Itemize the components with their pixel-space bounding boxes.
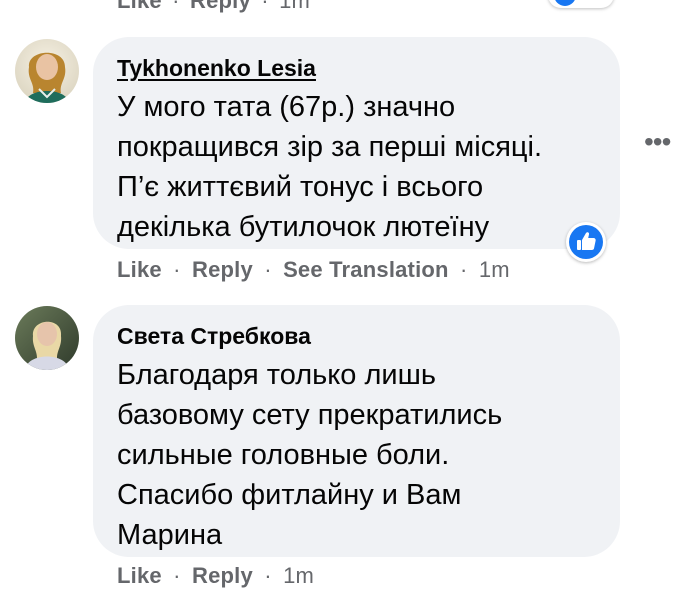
comment-text-line: покращився зір за перші місяці. [117, 131, 543, 163]
comment-text-line: Благодаря только лишь [117, 359, 436, 391]
comment-bubble: Света Стребкова Благодаря только лишь ба… [93, 305, 620, 557]
like-thumb-icon [569, 225, 603, 259]
reply-link[interactable]: Reply [192, 257, 253, 282]
like-link[interactable]: Like [117, 0, 162, 13]
previous-comment-reaction-badge[interactable] [548, 0, 614, 8]
separator: · [173, 563, 181, 588]
more-options-icon[interactable]: ••• [644, 128, 674, 156]
comment-text: У мого тата (67р.) значно покращився зір… [117, 87, 542, 247]
separator: · [264, 563, 272, 588]
comment-text-line: базовому сету прекратились [117, 399, 503, 431]
separator: · [460, 257, 468, 282]
comment-bubble: Tykhonenko Lesia У мого тата (67р.) знач… [93, 37, 620, 249]
comment-text-line: У мого тата (67р.) значно [117, 91, 456, 123]
comment-text-line: П’є життєвий тонус і всього [117, 171, 484, 203]
previous-comment-actions: Like · Reply · 1m [117, 0, 310, 14]
comment-text-line: Спасибо фитлайну и Вам [117, 479, 462, 511]
see-translation-link[interactable]: See Translation [283, 257, 449, 282]
comment-text-line: Марина [117, 519, 223, 551]
comment-text-line: декілька бутилочок лютеїну [117, 211, 490, 243]
comment-actions: Like · Reply · See Translation · 1m [117, 257, 510, 283]
avatar[interactable] [15, 306, 79, 370]
like-reaction-icon [554, 0, 576, 6]
comment-author[interactable]: Tykhonenko Lesia [117, 55, 316, 82]
separator: · [173, 257, 181, 282]
timestamp[interactable]: 1m [283, 563, 314, 588]
like-reaction-badge[interactable] [566, 222, 606, 262]
comment-author[interactable]: Света Стребкова [117, 323, 311, 350]
avatar[interactable] [15, 39, 79, 103]
timestamp[interactable]: 1m [279, 0, 310, 13]
separator: · [172, 0, 180, 13]
reply-link[interactable]: Reply [192, 563, 253, 588]
separator: · [264, 257, 272, 282]
timestamp[interactable]: 1m [479, 257, 510, 282]
reply-link[interactable]: Reply [190, 0, 251, 13]
comment-text: Благодаря только лишь базовому сету прек… [117, 355, 502, 555]
like-link[interactable]: Like [117, 257, 162, 282]
like-link[interactable]: Like [117, 563, 162, 588]
comment-actions: Like · Reply · 1m [117, 563, 314, 589]
separator: · [261, 0, 269, 13]
comment-text-line: сильные головные боли. [117, 439, 450, 471]
